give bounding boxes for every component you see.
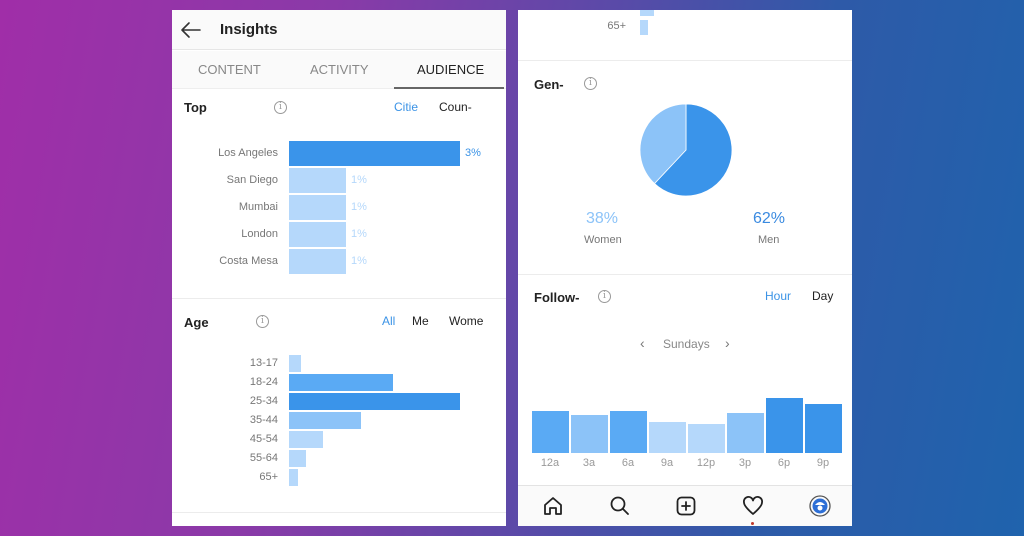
toggle-cities[interactable]: Citie (394, 100, 418, 114)
city-bar (289, 249, 346, 274)
hour-label: 12p (696, 457, 716, 469)
day-selector-label: Sundays (663, 337, 710, 351)
chevron-right-icon[interactable]: › (725, 335, 730, 351)
info-icon[interactable]: i (598, 290, 611, 303)
age-label: 45-54 (249, 433, 278, 445)
age-bar (640, 20, 648, 35)
bottom-navigation (518, 485, 852, 526)
tab-bar: CONTENT ACTIVITY AUDIENCE (172, 51, 506, 89)
age-label: 13-17 (249, 357, 278, 369)
gender-pie-chart (639, 103, 733, 197)
age-label: 35-44 (249, 414, 278, 426)
age-bar (289, 412, 361, 429)
hour-label: 9p (816, 457, 830, 469)
age-range-title: Age (184, 315, 209, 330)
city-percent: 1% (351, 201, 367, 213)
insights-panel-left: Insights CONTENT ACTIVITY AUDIENCE Top i… (172, 10, 506, 526)
age-bar (289, 431, 323, 448)
section-divider (172, 298, 506, 299)
follower-bar (532, 411, 569, 453)
toggle-age-all[interactable]: All (382, 314, 395, 328)
toggle-hours[interactable]: Hour (765, 289, 791, 303)
age-bar (289, 450, 306, 467)
age-label: 55-64 (249, 452, 278, 464)
women-percent: 38% (586, 210, 619, 227)
city-percent: 1% (351, 255, 367, 267)
city-bar (289, 141, 460, 166)
info-icon[interactable]: i (584, 77, 597, 90)
tab-activity[interactable]: ACTIVITY (310, 62, 369, 77)
age-bar (289, 393, 460, 410)
arrow-left-icon[interactable] (180, 21, 202, 39)
profile-avatar-icon[interactable] (808, 494, 832, 518)
hour-label: 3a (582, 457, 596, 469)
follower-bar (688, 424, 725, 453)
search-icon[interactable] (608, 494, 632, 518)
age-label: 18-24 (249, 376, 278, 388)
men-label: Men (758, 234, 780, 246)
app-header: Insights (172, 10, 506, 50)
age-bar (289, 469, 298, 486)
top-locations-title: Top (184, 100, 207, 115)
city-label: London (241, 228, 278, 240)
tab-audience[interactable]: AUDIENCE (417, 62, 484, 77)
age-bar (289, 355, 301, 372)
hour-label: 6p (777, 457, 791, 469)
city-label: Los Angeles (218, 147, 278, 159)
age-bar-overflow (640, 10, 654, 16)
tab-content[interactable]: CONTENT (198, 62, 261, 77)
heart-icon[interactable] (741, 494, 765, 518)
hour-label: 6a (621, 457, 635, 469)
hour-label: 9a (660, 457, 674, 469)
city-label: Mumbai (238, 201, 278, 213)
city-bar (289, 222, 346, 247)
age-bar (289, 374, 393, 391)
follower-bar (649, 422, 686, 453)
toggle-countries[interactable]: Coun- (439, 100, 472, 114)
city-percent: 3% (465, 147, 481, 159)
city-bar (289, 195, 346, 220)
city-label: San Diego (226, 174, 278, 186)
women-label: Women (584, 234, 622, 246)
men-percent: 62% (753, 210, 786, 227)
gender-title: Gen- (534, 77, 564, 92)
city-percent: 1% (351, 228, 367, 240)
hour-label: 3p (738, 457, 752, 469)
plus-square-icon[interactable] (674, 494, 698, 518)
notification-dot (751, 522, 754, 525)
insights-panel-right: 65+ Gen- i 38% Women 62% Men Follow- i H… (518, 10, 852, 526)
active-tab-indicator (394, 87, 504, 89)
section-divider (172, 512, 506, 513)
page-title: Insights (220, 21, 278, 38)
section-divider (518, 60, 852, 61)
follower-bar (571, 415, 608, 453)
hour-label: 12a (540, 457, 560, 469)
info-icon[interactable]: i (256, 315, 269, 328)
city-percent: 1% (351, 174, 367, 186)
followers-title: Follow- (534, 290, 580, 305)
home-icon[interactable] (541, 494, 565, 518)
toggle-age-men[interactable]: Me (412, 314, 429, 328)
city-bar (289, 168, 346, 193)
age-label: 65+ (259, 471, 278, 483)
city-label: Costa Mesa (219, 255, 278, 267)
follower-bar (766, 398, 803, 453)
toggle-age-women[interactable]: Wome (449, 314, 483, 328)
info-icon[interactable]: i (274, 101, 287, 114)
section-divider (518, 274, 852, 275)
follower-bar (610, 411, 647, 453)
chevron-left-icon[interactable]: ‹ (640, 335, 645, 351)
follower-bar (727, 413, 764, 453)
age-label: 25-34 (249, 395, 278, 407)
age-label: 65+ (607, 20, 626, 32)
follower-bar (805, 404, 842, 453)
toggle-days[interactable]: Day (812, 289, 833, 303)
